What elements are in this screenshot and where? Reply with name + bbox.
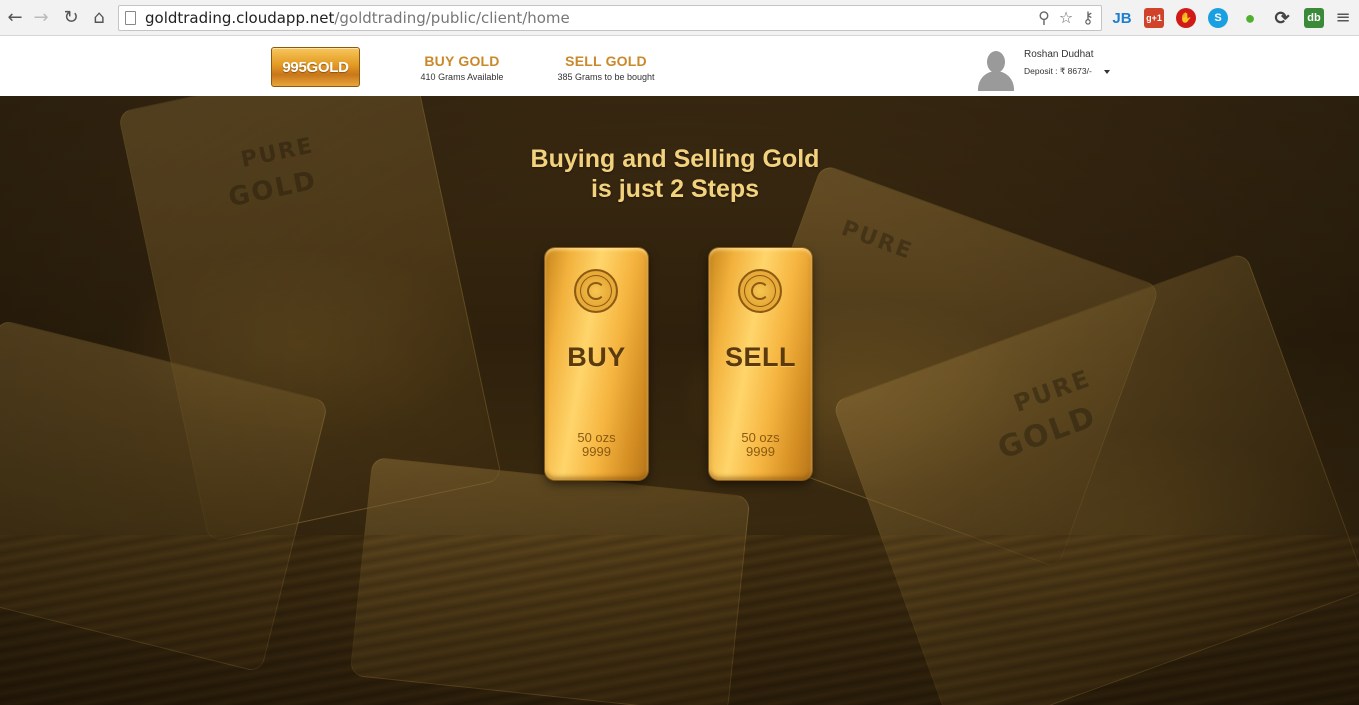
menu-icon[interactable]: ≡: [1332, 7, 1354, 29]
hero-title-line-2: is just 2 Steps: [590, 175, 760, 203]
page-icon: [125, 11, 136, 25]
buy-bar-label: BUY: [567, 342, 626, 372]
buy-bar-weight: 50 ozs 9999: [577, 430, 616, 459]
stop-extension-icon[interactable]: ✋: [1176, 8, 1196, 28]
evernote-extension-icon[interactable]: ●: [1240, 8, 1260, 28]
buy-button[interactable]: BUY 50 ozs 9999: [545, 248, 648, 480]
logo-text: 995GOLD: [282, 58, 349, 76]
sell-bar-label: SELL: [724, 342, 796, 372]
url-text[interactable]: goldtrading.cloudapp.net/goldtrading/pub…: [145, 9, 570, 27]
key-icon[interactable]: ⚷: [1079, 9, 1097, 27]
logo[interactable]: 995GOLD: [271, 47, 360, 87]
skype-extension-icon[interactable]: S: [1208, 8, 1228, 28]
chevron-down-icon[interactable]: [1104, 70, 1110, 74]
sell-button[interactable]: SELL 50 ozs 9999: [709, 248, 812, 480]
hero-section: PURE GOLD PURE PURE GOLD Buying and Sell…: [0, 96, 1359, 705]
jb-extension-icon[interactable]: JB: [1112, 8, 1132, 28]
user-menu[interactable]: Roshan Dudhat Deposit : ₹ 8673/-: [976, 47, 1126, 91]
browser-toolbar: ← → ↻ ⌂ goldtrading.cloudapp.net/goldtra…: [0, 0, 1359, 36]
google-plus-extension-icon[interactable]: g+1: [1144, 8, 1164, 28]
user-name: Roshan Dudhat: [1024, 49, 1094, 60]
avatar: [976, 49, 1016, 91]
mint-seal-icon: [574, 269, 618, 313]
hero-title: Buying and Selling Gold is just 2 Steps: [380, 144, 970, 204]
mint-seal-icon: [738, 269, 782, 313]
address-bar[interactable]: goldtrading.cloudapp.net/goldtrading/pub…: [118, 5, 1102, 31]
buy-gold-menu[interactable]: BUY GOLD 410 Grams Available: [408, 53, 516, 82]
url-host: goldtrading.cloudapp.net: [145, 9, 335, 27]
home-icon[interactable]: ⌂: [88, 7, 110, 29]
url-path: /goldtrading/public/client/home: [334, 9, 570, 27]
reload-icon[interactable]: ↻: [60, 7, 82, 29]
star-icon[interactable]: ☆: [1057, 9, 1075, 27]
sell-bar-weight: 50 ozs 9999: [741, 430, 780, 459]
sell-gold-menu[interactable]: SELL GOLD 385 Grams to be bought: [546, 53, 666, 82]
buy-gold-label[interactable]: BUY GOLD: [408, 53, 516, 69]
back-arrow-icon[interactable]: ←: [4, 7, 26, 29]
buy-gold-availability: 410 Grams Available: [420, 72, 504, 82]
forward-arrow-icon[interactable]: →: [30, 7, 52, 29]
site-header: 995GOLD BUY GOLD 410 Grams Available SEL…: [0, 37, 1359, 96]
user-deposit: Deposit : ₹ 8673/-: [1024, 66, 1092, 76]
db-extension-icon[interactable]: db: [1304, 8, 1324, 28]
sell-gold-label[interactable]: SELL GOLD: [546, 53, 666, 69]
zoom-icon[interactable]: ⚲: [1035, 9, 1053, 27]
hero-title-line-1: Buying and Selling Gold: [530, 145, 820, 173]
sync-extension-icon[interactable]: ⟳: [1272, 8, 1292, 28]
sell-gold-demand: 385 Grams to be bought: [557, 72, 655, 82]
